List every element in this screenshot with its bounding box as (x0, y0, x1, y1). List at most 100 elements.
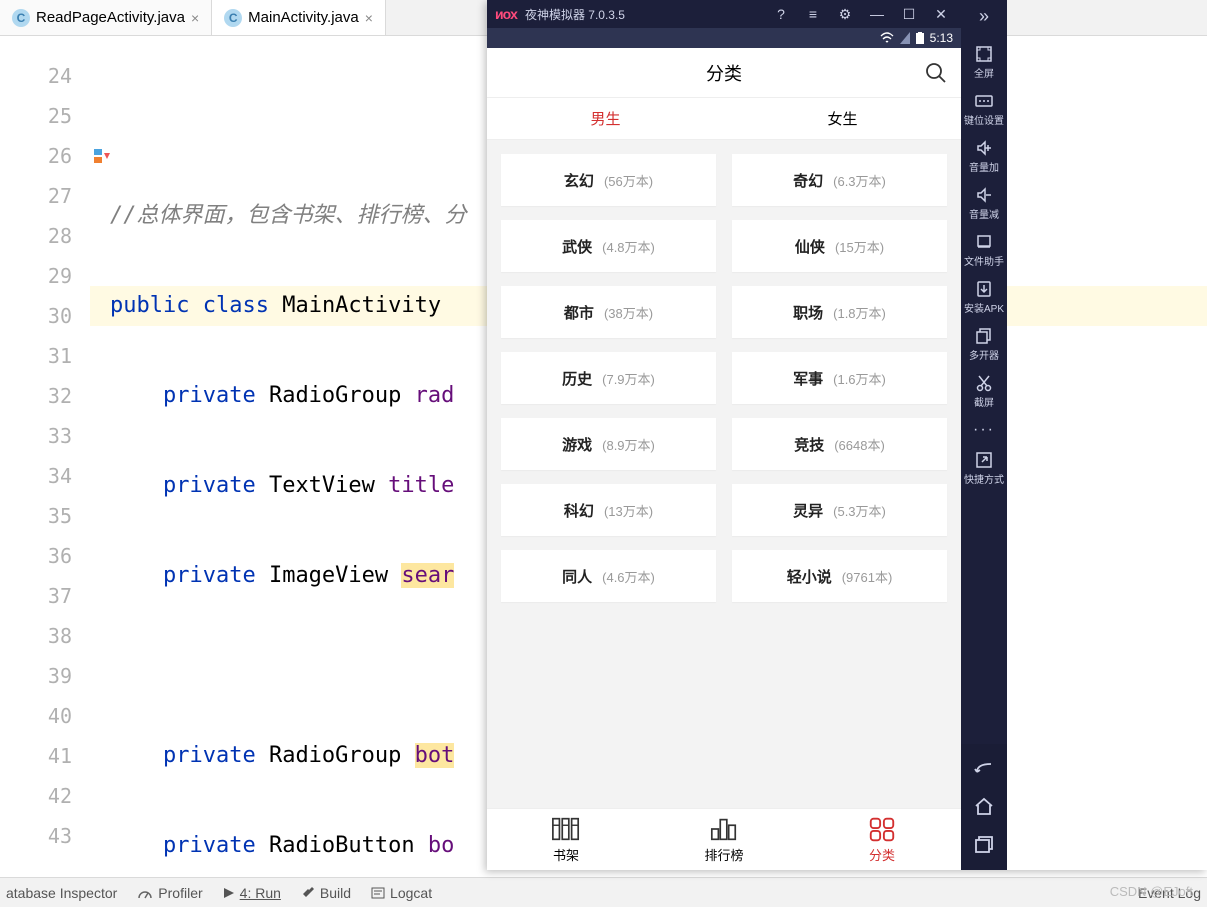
category-card[interactable]: 灵异 (5.3万本) (732, 484, 947, 536)
db-inspector-button[interactable]: atabase Inspector (6, 885, 117, 901)
tab-label: ReadPageActivity.java (36, 9, 185, 26)
side-multi[interactable]: 多开器 (964, 321, 1004, 368)
android-status-bar: 5:13 (487, 28, 961, 48)
category-card[interactable]: 职场(1.8万本) (732, 286, 947, 338)
close-icon[interactable]: ✕ (929, 6, 953, 23)
ide-bottom-bar: atabase Inspector Profiler 4: Run Build … (0, 877, 1207, 907)
side-voldown[interactable]: 音量减 (964, 180, 1004, 227)
category-card[interactable]: 玄幻(56万本) (501, 154, 716, 206)
signal-icon (900, 32, 910, 44)
file-icon (975, 233, 993, 251)
android-nav-keys (961, 744, 1007, 870)
search-icon[interactable] (925, 62, 947, 84)
category-name: 游戏 (562, 434, 592, 455)
tab-male[interactable]: 男生 (487, 98, 724, 139)
category-name: 同人 (562, 566, 592, 587)
nav-category[interactable]: 分类 (803, 809, 961, 870)
category-count: (4.6万本) (602, 567, 655, 586)
tab-mainactivity[interactable]: C MainActivity.java × (212, 0, 386, 35)
emulator-titlebar[interactable]: ᴎox 夜神模拟器 7.0.3.5 ? ≡ ⚙ — ☐ ✕ (487, 0, 961, 28)
category-card[interactable]: 游戏(8.9万本) (501, 418, 716, 470)
emulator-title: 夜神模拟器 7.0.3.5 (525, 6, 625, 23)
apk-icon (975, 280, 993, 298)
shelf-icon (551, 815, 581, 843)
category-card[interactable]: 竞技 (6648本) (732, 418, 947, 470)
side-volup[interactable]: 音量加 (964, 133, 1004, 180)
category-name: 奇幻 (793, 170, 823, 191)
gender-tabs: 男生 女生 (487, 98, 961, 140)
category-count: (38万本) (604, 303, 653, 322)
minimize-icon[interactable]: — (865, 6, 889, 22)
clock: 5:13 (930, 31, 953, 45)
maximize-icon[interactable]: ☐ (897, 6, 921, 23)
side-file[interactable]: 文件助手 (964, 227, 1004, 274)
voldown-icon (975, 186, 993, 204)
gear-icon[interactable]: ⚙ (833, 6, 857, 23)
category-name: 职场 (793, 302, 823, 323)
category-card[interactable]: 科幻(13万本) (501, 484, 716, 536)
side-keyboard[interactable]: 键位设置 (964, 86, 1004, 133)
cut-icon (975, 374, 993, 392)
category-grid[interactable]: 玄幻(56万本) 奇幻 (6.3万本) 武侠(4.8万本) 仙侠 (15万本) 都市 (38万… (487, 140, 961, 808)
home-key-icon[interactable] (973, 796, 995, 816)
nav-shelf[interactable]: 书架 (487, 809, 645, 870)
category-count: (1.6万本) (833, 369, 886, 388)
java-class-icon: C (224, 9, 242, 27)
category-card[interactable]: 奇幻 (6.3万本) (732, 154, 947, 206)
nav-rank[interactable]: 排行榜 (645, 809, 803, 870)
emulator-sidebar: » 全屏键位设置音量加音量减文件助手安装APK多开器截屏···快捷方式 (961, 0, 1007, 870)
page-title: 分类 (706, 60, 742, 86)
category-card[interactable]: 历史(7.9万本) (501, 352, 716, 404)
back-key-icon[interactable] (973, 760, 995, 778)
keyboard-icon (975, 92, 993, 110)
category-card[interactable]: 军事 (1.6万本) (732, 352, 947, 404)
collapse-icon[interactable]: » (979, 6, 989, 27)
close-icon[interactable]: × (365, 10, 373, 26)
wifi-icon (880, 32, 894, 44)
recents-key-icon[interactable] (973, 834, 995, 854)
grid-icon (867, 815, 897, 843)
category-card[interactable]: 同人 (4.6万本) (501, 550, 716, 602)
tab-female[interactable]: 女生 (724, 98, 961, 139)
tab-label: MainActivity.java (248, 9, 359, 26)
side-fullscreen[interactable]: 全屏 (964, 39, 1004, 86)
menu-icon[interactable]: ≡ (801, 6, 825, 22)
close-icon[interactable]: × (191, 10, 199, 26)
category-card[interactable]: 轻小说(9761本) (732, 550, 947, 602)
category-name: 军事 (793, 368, 823, 389)
category-count: (5.3万本) (833, 501, 886, 520)
fullscreen-icon (975, 45, 993, 63)
side-apk[interactable]: 安装APK (964, 274, 1004, 321)
category-name: 灵异 (793, 500, 823, 521)
category-name: 仙侠 (795, 236, 825, 257)
category-count: (6648本) (834, 435, 885, 454)
side-shortcut[interactable]: 快捷方式 (964, 445, 1004, 492)
tab-readpage[interactable]: C ReadPageActivity.java × (0, 0, 212, 35)
logcat-button[interactable]: Logcat (371, 885, 432, 901)
java-class-icon: C (12, 9, 30, 27)
build-button[interactable]: Build (301, 885, 351, 901)
run-button[interactable]: 4: Run (223, 885, 281, 901)
category-name: 科幻 (564, 500, 594, 521)
category-count: (15万本) (835, 237, 884, 256)
android-app: 分类 男生 女生 玄幻(56万本) 奇幻 (6.3万本) 武侠(4.8万本) 仙侠 (15… (487, 48, 961, 870)
profiler-button[interactable]: Profiler (137, 885, 202, 901)
category-name: 都市 (564, 302, 594, 323)
side-more[interactable]: ··· (964, 415, 1004, 445)
side-cut[interactable]: 截屏 (964, 368, 1004, 415)
hammer-icon (301, 886, 315, 900)
battery-icon (916, 32, 924, 44)
watermark: CSDN @EJoft (1110, 884, 1193, 899)
app-bottom-nav: 书架 排行榜 分类 (487, 808, 961, 870)
emulator-window: ᴎox 夜神模拟器 7.0.3.5 ? ≡ ⚙ — ☐ ✕ 5:13 分类 男生… (487, 0, 1207, 870)
help-icon[interactable]: ? (769, 6, 793, 22)
override-marker-icon (94, 149, 112, 163)
shortcut-icon (975, 451, 993, 469)
app-header: 分类 (487, 48, 961, 98)
category-count: (6.3万本) (833, 171, 886, 190)
category-card[interactable]: 武侠(4.8万本) (501, 220, 716, 272)
category-card[interactable]: 都市 (38万本) (501, 286, 716, 338)
category-card[interactable]: 仙侠 (15万本) (732, 220, 947, 272)
category-name: 竞技 (794, 434, 824, 455)
logcat-icon (371, 886, 385, 900)
